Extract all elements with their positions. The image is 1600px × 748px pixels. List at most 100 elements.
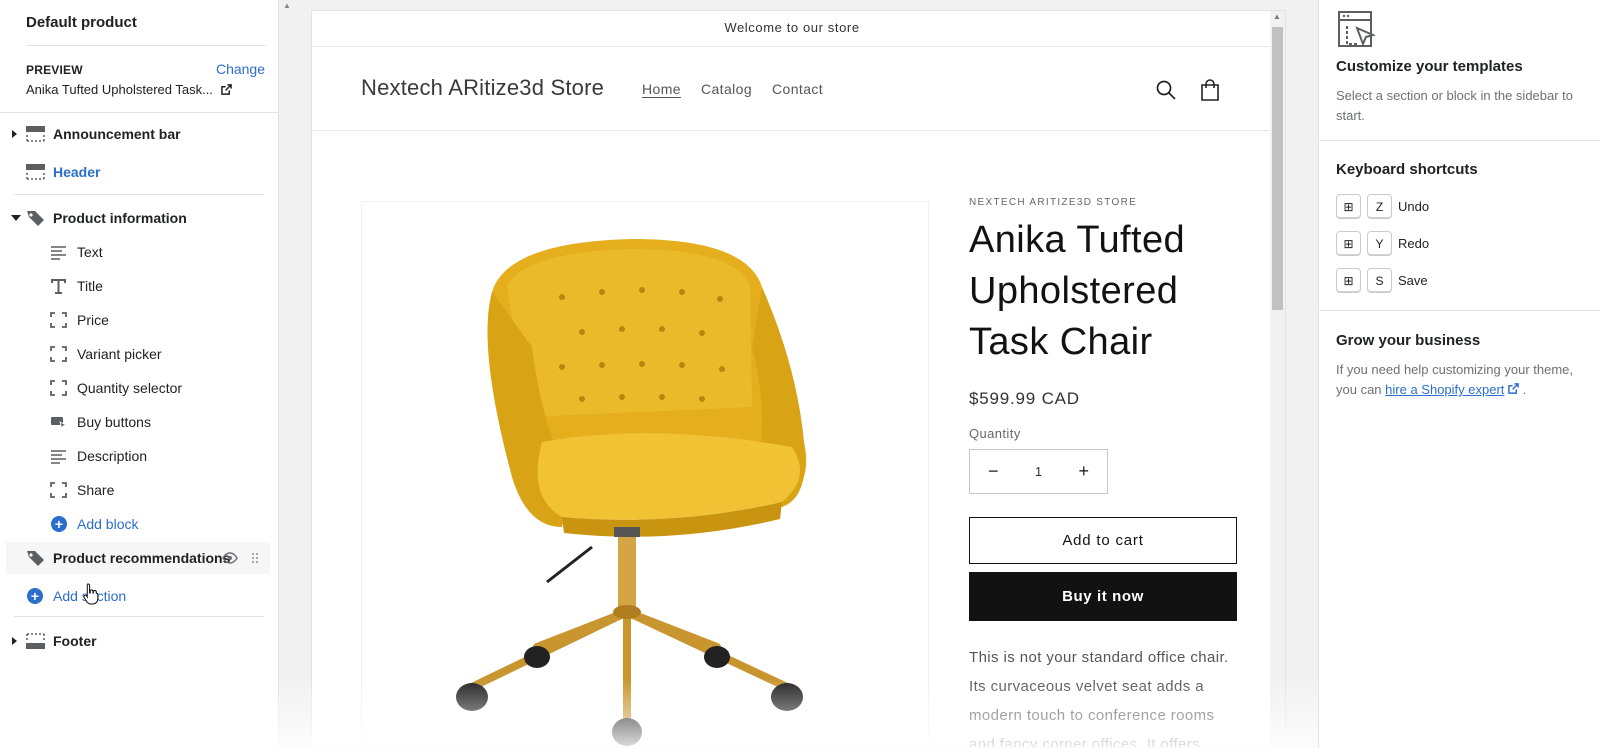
shortcut-label: Redo — [1398, 236, 1430, 251]
keyboard-shortcuts-title: Keyboard shortcuts — [1336, 161, 1478, 178]
drag-handle-icon[interactable] — [251, 552, 259, 564]
product-price: $599.99 CAD — [969, 389, 1080, 408]
section-label: Announcement bar — [53, 126, 181, 142]
block-quantity-selector[interactable]: Quantity selector — [0, 372, 272, 404]
shortcut-key: Z — [1367, 194, 1392, 219]
block-label: Variant picker — [77, 346, 162, 362]
shortcut-undo: ⊞ Z Undo — [1336, 194, 1429, 219]
block-label: Text — [77, 244, 103, 260]
ctrl-key-icon: ⊞ — [1336, 231, 1361, 256]
quantity-increase-button[interactable]: + — [1078, 461, 1089, 482]
buy-buttons-icon — [51, 417, 67, 430]
divider — [14, 616, 264, 617]
add-block-label: Add block — [77, 516, 139, 532]
add-section-button[interactable]: + Add section — [0, 580, 272, 612]
section-label: Product information — [53, 210, 187, 226]
announcement-bar-icon — [26, 126, 45, 142]
product-title: Anika Tufted Upholstered Task Chair — [969, 219, 1186, 363]
collapse-caret-icon[interactable] — [11, 215, 21, 221]
quantity-stepper[interactable]: − 1 + — [969, 449, 1108, 494]
add-circle-icon: + — [27, 588, 43, 604]
hire-expert-link[interactable]: hire a Shopify expert — [1385, 382, 1504, 397]
scroll-up-arrow-icon[interactable]: ▲ — [1273, 12, 1281, 21]
divider — [26, 45, 266, 46]
block-label: Description — [77, 448, 148, 464]
eye-visibility-icon[interactable] — [222, 552, 238, 564]
tag-icon — [27, 551, 44, 566]
search-icon[interactable] — [1156, 80, 1176, 100]
block-title[interactable]: Title — [0, 270, 272, 302]
scrollbar-thumb[interactable] — [1272, 27, 1283, 310]
block-buy-buttons[interactable]: Buy buttons — [0, 406, 272, 438]
grow-business-text: If you need help customizing your theme,… — [1336, 360, 1576, 400]
divider — [0, 112, 279, 113]
store-header: Nextech ARitize3d Store Home Catalog Con… — [312, 47, 1272, 131]
title-t-icon — [51, 279, 66, 294]
shortcut-label: Save — [1398, 273, 1428, 288]
block-price[interactable]: Price — [0, 304, 272, 336]
shortcut-key: S — [1367, 268, 1392, 293]
block-label: Buy buttons — [77, 414, 151, 430]
add-to-cart-button[interactable]: Add to cart — [969, 517, 1237, 564]
preview-product[interactable]: Anika Tufted Upholstered Task... — [26, 82, 232, 97]
buy-it-now-button[interactable]: Buy it now — [969, 572, 1237, 621]
block-label: Share — [77, 482, 115, 498]
quantity-decrease-button[interactable]: − — [988, 461, 999, 482]
divider — [1319, 140, 1600, 141]
preview-scrollbar[interactable]: ▲ — [1270, 11, 1285, 747]
block-share[interactable]: Share — [0, 474, 272, 506]
nav-catalog[interactable]: Catalog — [701, 81, 752, 97]
section-header[interactable]: Header — [0, 156, 272, 188]
ctrl-key-icon: ⊞ — [1336, 268, 1361, 293]
inspector-panel: Customize your templates Select a sectio… — [1318, 0, 1600, 748]
template-title: Default product — [26, 14, 137, 31]
preview-label: PREVIEW — [26, 63, 83, 77]
add-block-button[interactable]: + Add block — [0, 508, 272, 540]
shortcut-save: ⊞ S Save — [1336, 268, 1428, 293]
product-vendor: NEXTECH ARITIZE3D STORE — [969, 197, 1138, 208]
product-description: This is not your standard office chair. … — [969, 649, 1229, 748]
add-circle-icon: + — [51, 516, 67, 532]
shortcut-label: Undo — [1398, 199, 1430, 214]
footer-section-icon — [26, 633, 45, 649]
nav-contact[interactable]: Contact — [772, 81, 823, 97]
block-label: Price — [77, 312, 109, 328]
change-preview-link[interactable]: Change — [216, 61, 265, 77]
block-label: Quantity selector — [77, 380, 183, 396]
announcement-bar: Welcome to our store — [312, 11, 1272, 47]
nav-home[interactable]: Home — [642, 81, 681, 97]
section-product-information[interactable]: Product information — [0, 202, 272, 234]
expand-caret-icon[interactable] — [12, 637, 17, 645]
product-media[interactable] — [361, 201, 929, 747]
section-label: Product recommendations — [53, 550, 231, 566]
quantity-value[interactable]: 1 — [1035, 464, 1042, 479]
block-frame-icon — [50, 380, 67, 396]
block-label: Title — [77, 278, 103, 294]
scroll-up-arrow-icon[interactable]: ▲ — [283, 1, 291, 10]
text-lines-icon — [51, 450, 66, 464]
section-label: Header — [53, 164, 101, 180]
section-footer[interactable]: Footer — [0, 625, 272, 657]
store-nav: Home Catalog Contact — [642, 81, 823, 97]
header-section-icon — [26, 164, 45, 180]
theme-editor: Default product PREVIEW Change Anika Tuf… — [0, 0, 1600, 748]
store-preview-frame[interactable]: Welcome to our store Nextech ARitize3d S… — [311, 10, 1286, 748]
section-product-recommendations[interactable]: Product recommendations — [6, 542, 270, 574]
block-frame-icon — [50, 482, 67, 498]
section-announcement-bar[interactable]: Announcement bar — [0, 118, 272, 150]
product-image-chair — [456, 239, 807, 746]
block-text[interactable]: Text — [0, 236, 272, 268]
external-link-icon[interactable] — [221, 84, 232, 95]
external-link-icon[interactable] — [1508, 383, 1519, 394]
divider — [14, 194, 264, 195]
store-logo-text[interactable]: Nextech ARitize3d Store — [361, 75, 604, 101]
cart-icon[interactable] — [1200, 79, 1220, 101]
panel-title: Customize your templates — [1336, 58, 1523, 75]
grow-end: . — [1522, 382, 1527, 397]
expand-caret-icon[interactable] — [12, 130, 17, 138]
tag-icon — [27, 211, 44, 226]
text-lines-icon — [51, 246, 66, 260]
divider — [1319, 310, 1600, 311]
block-variant-picker[interactable]: Variant picker — [0, 338, 272, 370]
block-description[interactable]: Description — [0, 440, 272, 472]
